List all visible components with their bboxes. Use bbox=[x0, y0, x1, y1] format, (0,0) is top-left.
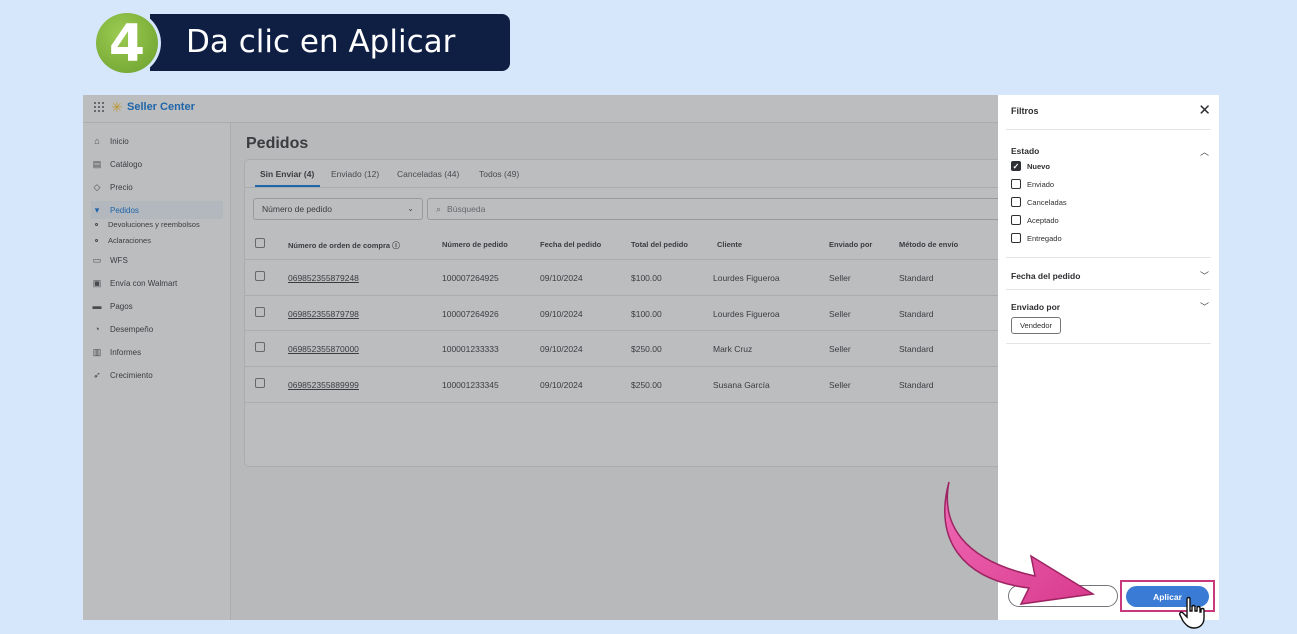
estado-option-canceladas[interactable]: Canceladas bbox=[1011, 197, 1067, 207]
chevron-up-icon[interactable]: ︿ bbox=[1200, 145, 1209, 158]
option-label: Aceptado bbox=[1027, 215, 1059, 225]
panel-title: Filtros bbox=[1011, 106, 1039, 116]
estado-option-entregado[interactable]: Entregado bbox=[1011, 233, 1062, 243]
checkbox-checked-icon[interactable]: ✓ bbox=[1011, 161, 1021, 171]
enviado-section-title[interactable]: Enviado por bbox=[1011, 302, 1060, 312]
chevron-down-icon[interactable]: ﹀ bbox=[1200, 269, 1209, 282]
option-label: Canceladas bbox=[1027, 197, 1067, 207]
step-banner: Da clic en Aplicar bbox=[150, 14, 510, 71]
divider bbox=[1006, 343, 1211, 344]
option-label: Entregado bbox=[1027, 233, 1062, 243]
estado-option-enviado[interactable]: Enviado bbox=[1011, 179, 1054, 189]
checkbox[interactable] bbox=[1011, 233, 1021, 243]
checkbox[interactable] bbox=[1011, 215, 1021, 225]
step-number-badge: 4 bbox=[93, 10, 161, 76]
pointer-arrow-icon bbox=[944, 481, 1096, 605]
fecha-section-title[interactable]: Fecha del pedido bbox=[1011, 271, 1080, 281]
estado-section-title[interactable]: Estado bbox=[1011, 146, 1039, 156]
vendedor-chip[interactable]: Vendedor bbox=[1011, 317, 1061, 334]
divider bbox=[1006, 289, 1211, 290]
option-label: Nuevo bbox=[1027, 161, 1050, 171]
step-title: Da clic en Aplicar bbox=[186, 24, 456, 60]
divider bbox=[1006, 257, 1211, 258]
chevron-down-icon[interactable]: ﹀ bbox=[1200, 300, 1209, 313]
hand-cursor-icon bbox=[1179, 596, 1205, 629]
checkbox[interactable] bbox=[1011, 179, 1021, 189]
estado-option-aceptado[interactable]: Aceptado bbox=[1011, 215, 1059, 225]
close-icon[interactable]: ✕ bbox=[1198, 101, 1211, 119]
divider bbox=[1006, 129, 1211, 130]
modal-backdrop[interactable] bbox=[83, 95, 998, 620]
step-number: 4 bbox=[108, 14, 146, 74]
option-label: Enviado bbox=[1027, 179, 1055, 189]
checkbox[interactable] bbox=[1011, 197, 1021, 207]
estado-option-nuevo[interactable]: ✓ Nuevo bbox=[1011, 161, 1050, 171]
